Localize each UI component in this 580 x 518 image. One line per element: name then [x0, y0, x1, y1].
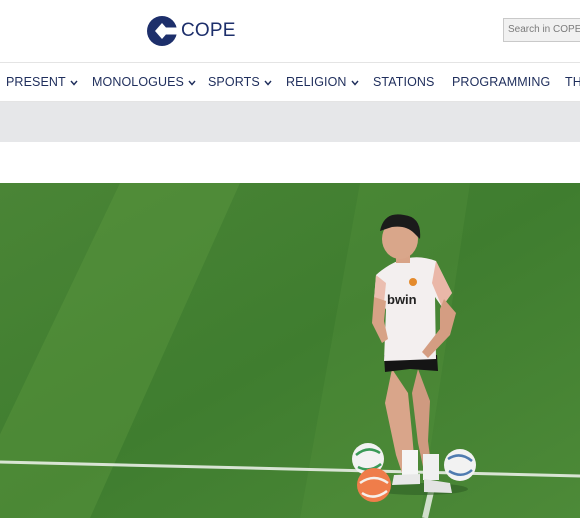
cope-logo[interactable]: COPE — [146, 14, 236, 48]
nav-item-stations[interactable]: STATIONS — [373, 75, 434, 89]
chevron-down-icon — [264, 80, 272, 86]
shirt-sponsor-text: bwin — [387, 292, 417, 307]
nav-item-religion[interactable]: RELIGION — [286, 75, 359, 89]
nav-item-programming[interactable]: PROGRAMMING — [452, 75, 550, 89]
article-photo: bwin — [0, 183, 580, 518]
cope-logo-icon — [147, 16, 178, 46]
nav-item-sports[interactable]: SPORTS — [208, 75, 272, 89]
main-nav: PRESENT MONOLOGUES SPORTS RELIGION STATI… — [0, 62, 580, 102]
chevron-down-icon — [188, 80, 196, 86]
logo-text: COPE — [181, 20, 236, 41]
nav-item-monologues[interactable]: MONOLOGUES — [92, 75, 196, 89]
nav-item-present[interactable]: PRESENT — [6, 75, 78, 89]
site-header: COPE Search in COPE — [0, 0, 580, 62]
ad-banner-placeholder — [0, 102, 580, 142]
nav-item-label: PROGRAMMING — [452, 75, 551, 89]
nav-item-label: TH — [565, 75, 580, 89]
chevron-down-icon — [351, 80, 359, 86]
chevron-down-icon — [70, 80, 78, 86]
nav-item-label: RELIGION — [286, 75, 347, 89]
clipped-text-fragment — [120, 142, 420, 153]
search-input[interactable]: Search in COPE — [503, 18, 580, 42]
nav-item-label: MONOLOGUES — [92, 75, 184, 89]
nav-item-more[interactable]: TH — [565, 75, 580, 89]
nav-item-label: SPORTS — [208, 75, 260, 89]
article-text-strip — [0, 142, 580, 183]
nav-item-label: STATIONS — [373, 75, 435, 89]
football-player-photo: bwin — [0, 183, 580, 518]
clipped-text-marks — [120, 142, 420, 150]
nav-item-label: PRESENT — [6, 75, 66, 89]
